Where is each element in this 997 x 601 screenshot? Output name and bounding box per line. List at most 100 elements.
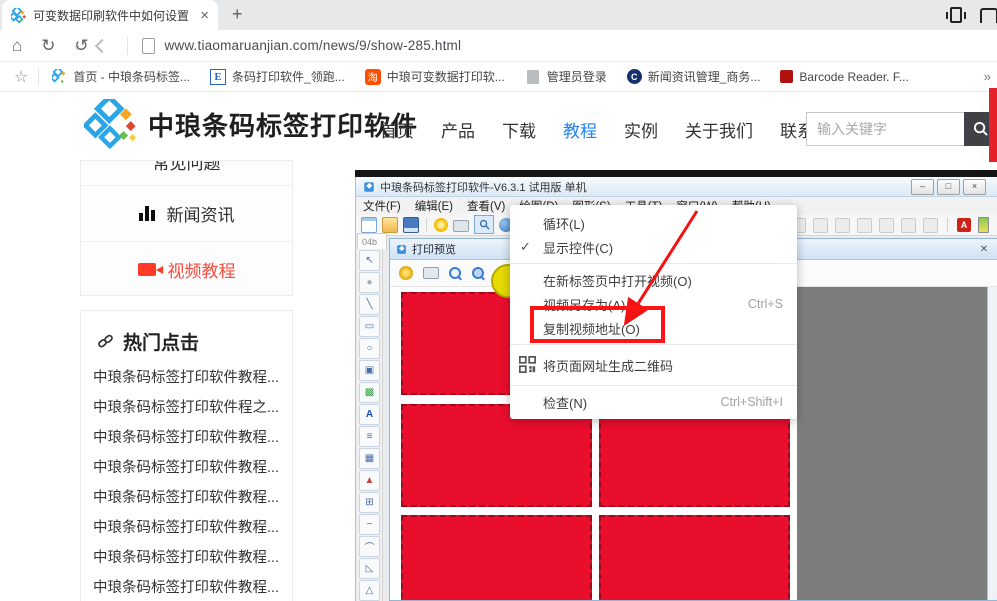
- bookmark-label: 条码打印软件_领跑...: [232, 68, 345, 85]
- diamond-logo-icon: [51, 69, 67, 85]
- hot-link[interactable]: 中琅条码标签打印软件教程...: [93, 513, 280, 543]
- tool-ellipse: ○: [359, 338, 380, 359]
- search-icon: [973, 121, 989, 137]
- preview-close-icon: ✕: [977, 244, 991, 255]
- bookmark-barcode-reader[interactable]: Barcode Reader. F...: [780, 70, 908, 84]
- minimize-icon: –: [911, 179, 934, 195]
- hot-link[interactable]: 中琅条码标签打印软件教程...: [93, 483, 280, 513]
- drawing-toolbox: ↖ ● ╲ ▭ ○ ▣ ▩ A ≡ ▦ ▲ ⊞ ~ ⌒ ◺ △ ◇: [357, 249, 383, 601]
- bookmark-label: Barcode Reader. F...: [799, 70, 908, 84]
- site-logo-icon: [84, 99, 140, 149]
- tool-arc: ⌒: [359, 536, 380, 557]
- tab-close-icon[interactable]: ×: [200, 8, 209, 23]
- print-preview-icon: [474, 215, 494, 234]
- reload-button[interactable]: ↻: [41, 37, 55, 54]
- hot-link[interactable]: 中琅条码标签打印软件教程...: [93, 423, 280, 453]
- tool-cursor: ↖: [359, 250, 380, 271]
- address-url[interactable]: www.tiaomaruanjian.com/news/9/show-285.h…: [164, 38, 461, 53]
- home-button[interactable]: ⌂: [12, 37, 22, 54]
- video-letterbox: [355, 170, 997, 177]
- app-icon: [363, 181, 375, 193]
- menu-item-inspect[interactable]: 检查(N) Ctrl+Shift+I: [510, 390, 797, 414]
- tool-qr: ⊞: [359, 492, 380, 513]
- label-swatch: [401, 404, 592, 507]
- bookmarks-star-icon[interactable]: ☆: [14, 67, 28, 87]
- distribute-icon: [923, 218, 938, 233]
- zoom-in-icon: [449, 267, 462, 280]
- bar-chart-icon: [139, 206, 155, 221]
- taobao-icon: 淘: [365, 69, 381, 85]
- tool-barcode: ≡: [359, 426, 380, 447]
- document-tab: 04b: [357, 233, 387, 250]
- menu-file: 文件(F): [356, 198, 408, 214]
- nav-about[interactable]: 关于我们: [685, 117, 753, 142]
- print-setup-icon: [434, 218, 448, 232]
- label-swatch: [599, 515, 790, 601]
- undo-dropdown-icon[interactable]: ˅: [75, 44, 80, 53]
- hot-link[interactable]: 中琅条码标签打印软件教程...: [93, 363, 280, 393]
- hot-link[interactable]: 中琅条码标签打印软件教程...: [93, 543, 280, 573]
- tool-table: ▦: [359, 448, 380, 469]
- bookmark-label: 管理员登录: [547, 68, 607, 85]
- app-title: 中琅条码标签打印软件-V6.3.1 试用版 单机: [380, 179, 587, 195]
- nav-home[interactable]: 首页: [380, 117, 414, 142]
- bookmark-home[interactable]: 首页 - 中琅条码标签...: [51, 68, 190, 85]
- group-icon: [813, 218, 828, 233]
- bookmark-admin-login[interactable]: 管理员登录: [525, 68, 607, 85]
- qr-code-icon: [519, 356, 536, 373]
- hot-link[interactable]: 中琅条码标签打印软件教程...: [93, 453, 280, 483]
- tool-picture: ▩: [359, 382, 380, 403]
- barcode-grid-icon: [780, 70, 793, 83]
- tool-text: A: [359, 404, 380, 425]
- lock-icon: [879, 218, 894, 233]
- tab-strip: 可变数据印刷软件中如何设置 × +: [0, 0, 997, 30]
- tool-polygon: ◺: [359, 558, 380, 579]
- hot-link[interactable]: 中琅条码标签打印软件程之...: [93, 393, 280, 423]
- back-button[interactable]: [95, 38, 109, 52]
- page-icon: [527, 70, 539, 84]
- sidebar-item-news[interactable]: 新闻资讯: [81, 185, 292, 241]
- pdf-export-icon: A: [957, 218, 971, 232]
- bookmarks-overflow-icon[interactable]: »: [984, 69, 991, 84]
- shortcut-label: Ctrl+Shift+I: [720, 395, 783, 409]
- bookmark-barcode-print[interactable]: E 条码打印软件_领跑...: [210, 68, 345, 85]
- shortcut-label: Ctrl+S: [748, 297, 783, 311]
- site-logo[interactable]: 中琅条码标签打印软件: [84, 99, 418, 149]
- bookmark-taobao[interactable]: 淘 中琅可变数据打印软...: [365, 68, 505, 85]
- checkmark-icon: ✓: [520, 239, 531, 255]
- site-nav: 首页 产品 下载 教程 实例 关于我们 联系我们: [380, 117, 848, 142]
- tool-triangle-a: ▲: [359, 470, 380, 491]
- tool-triangle: △: [359, 580, 380, 601]
- site-search-input[interactable]: [806, 112, 964, 146]
- menu-view: 查看(V): [460, 198, 512, 214]
- new-doc-icon: [361, 217, 377, 233]
- tool-image: ▣: [359, 360, 380, 381]
- site-favicon-icon: [11, 8, 26, 23]
- menu-separator: [510, 344, 797, 345]
- phone-sync-icon[interactable]: [946, 7, 966, 23]
- new-tab-button[interactable]: +: [232, 4, 243, 25]
- nav-products[interactable]: 产品: [441, 117, 475, 142]
- menu-separator: [510, 385, 797, 386]
- menu-item-generate-qr[interactable]: 将页面网址生成二维码: [510, 349, 797, 381]
- page-info-icon[interactable]: [142, 38, 155, 54]
- site-logo-text: 中琅条码标签打印软件: [148, 106, 418, 143]
- preview-print-icon: [423, 267, 439, 279]
- view-icon: [857, 218, 872, 233]
- browser-tab[interactable]: 可变数据印刷软件中如何设置 ×: [2, 0, 218, 30]
- bookmark-news-admin[interactable]: C 新闻资讯管理_商务...: [627, 68, 761, 85]
- bookmark-label: 中琅可变数据打印软...: [387, 68, 505, 85]
- browser-toolbar: ⌂ ↻ ↺ ˅ www.tiaomaruanjian.com/news/9/sh…: [0, 30, 997, 62]
- preview-setup-icon: [399, 266, 413, 280]
- side-widget-strip: [989, 88, 997, 162]
- nav-tutorials[interactable]: 教程: [563, 117, 597, 142]
- nav-download[interactable]: 下载: [502, 117, 536, 142]
- hot-link[interactable]: 中琅条码标签打印软件教程...: [93, 573, 280, 601]
- hot-clicks-panel: 热门点击 中琅条码标签打印软件教程... 中琅条码标签打印软件程之... 中琅条…: [80, 310, 293, 601]
- bookmark-label: 首页 - 中琅条码标签...: [73, 68, 190, 85]
- skin-icon[interactable]: [980, 8, 997, 23]
- tool-disabled: ●: [359, 272, 380, 293]
- sidebar-item-video-tutorials[interactable]: 视频教程: [81, 241, 292, 296]
- sidebar-item-partial[interactable]: 常见问题: [81, 161, 292, 185]
- nav-examples[interactable]: 实例: [624, 117, 658, 142]
